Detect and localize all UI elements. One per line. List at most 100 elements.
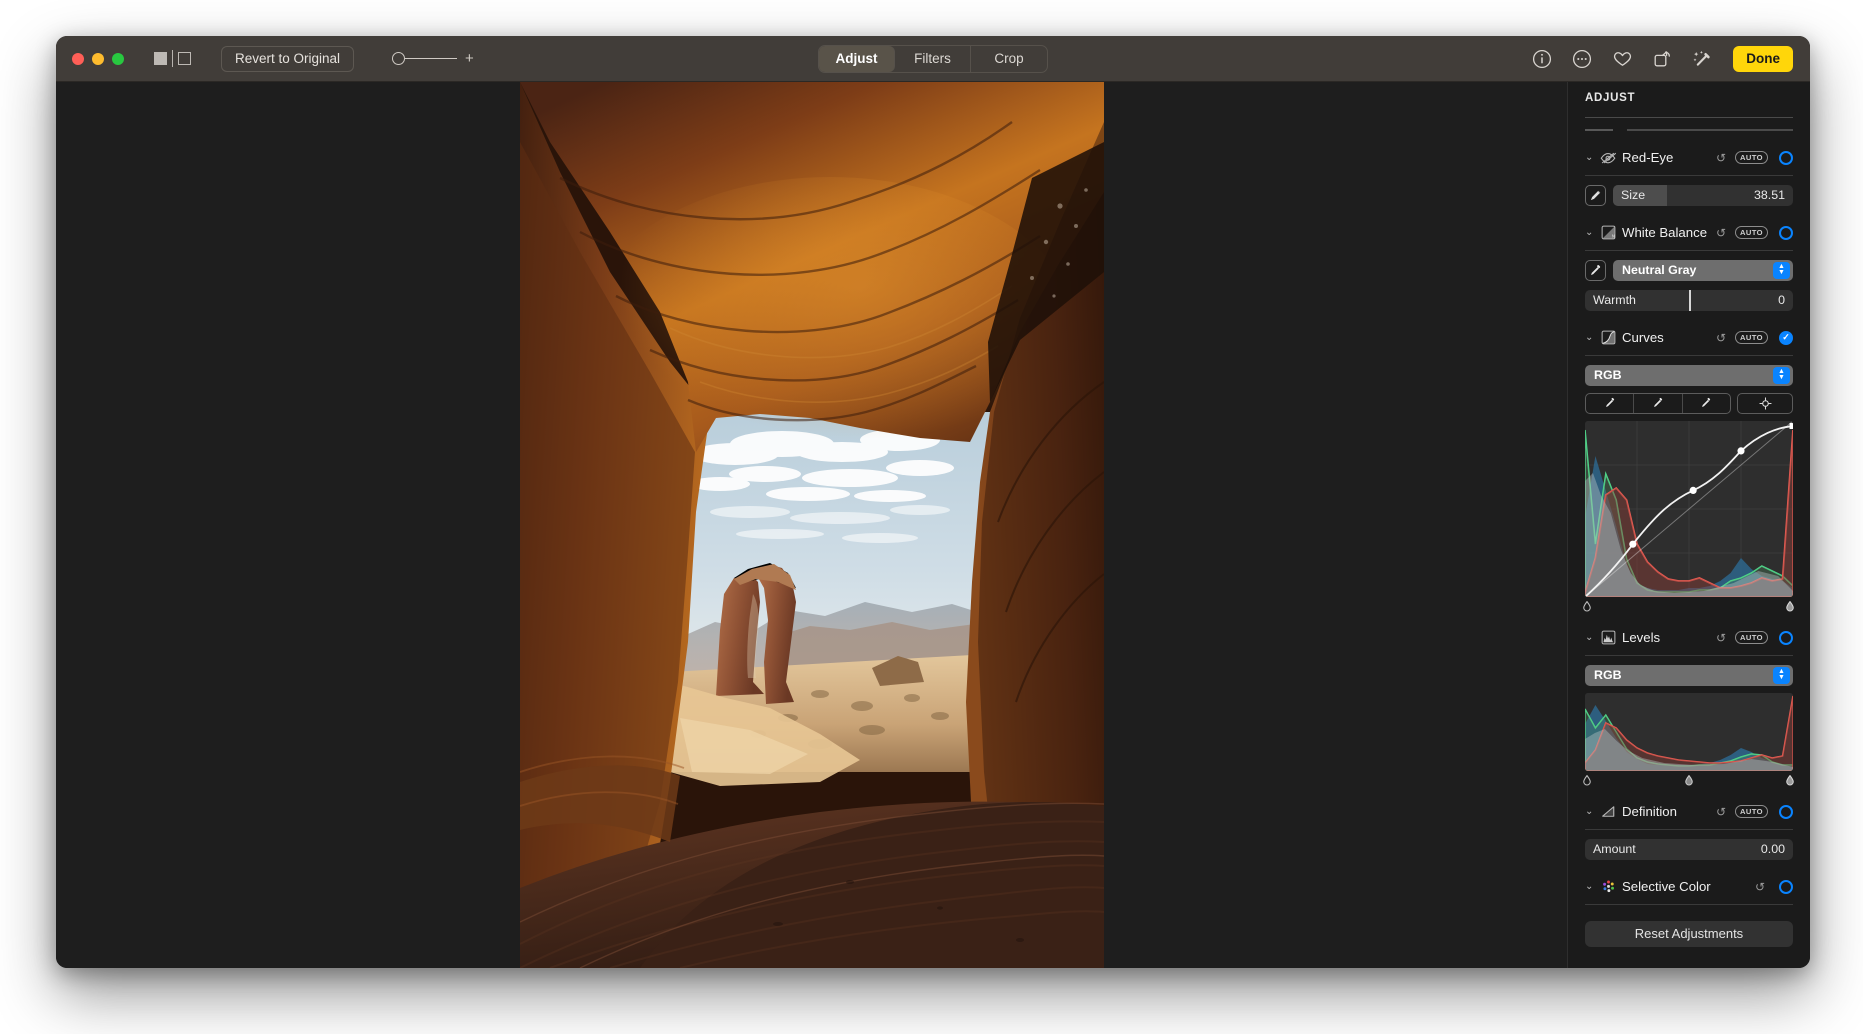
tab-adjust[interactable]: Adjust [819,45,895,72]
photo-canvas[interactable] [56,82,1567,968]
zoom-slider-track[interactable] [405,57,458,60]
black-level-handle[interactable] [1583,773,1592,785]
control-curves-channel: RGB ▲ ▼ [1585,364,1793,386]
section-selective-color: ⌄ Selective Color ↺ [1585,877,1793,905]
zoom-window-button[interactable] [112,52,124,65]
levels-graph[interactable] [1585,692,1793,771]
section-title-levels: Levels [1622,630,1661,645]
curves-graph[interactable] [1585,420,1793,597]
levels-channel-popup[interactable]: RGB ▲ ▼ [1585,664,1793,686]
auto-button-definition[interactable]: AUTO [1735,805,1768,818]
chevron-down-icon[interactable]: ⌄ [1585,881,1594,892]
section-underline [1585,654,1793,656]
revert-arrow-icon[interactable]: ↺ [1716,151,1726,165]
tab-crop[interactable]: Crop [971,46,1047,72]
target-crosshair-icon[interactable] [1737,392,1793,414]
white-balance-icon: N [1600,225,1616,241]
auto-button-red-eye[interactable]: AUTO [1735,151,1768,164]
curves-plot [1585,420,1793,597]
toggle-white-balance[interactable] [1779,225,1793,240]
section-header-selective-color[interactable]: ⌄ Selective Color ↺ [1585,877,1793,897]
zoom-slider[interactable]: + [392,46,474,72]
chevron-down-icon[interactable]: ⌄ [1585,632,1594,643]
white-balance-mode-popup[interactable]: Neutral Gray ▲ ▼ [1613,259,1793,281]
panel-divider [1585,117,1793,118]
compare-original-toggle[interactable] [154,50,191,67]
chevron-down-icon[interactable]: ⌄ [1585,332,1594,343]
section-underline [1585,354,1793,356]
control-levels-channel: RGB ▲ ▼ [1585,664,1793,686]
curves-channel-popup[interactable]: RGB ▲ ▼ [1585,364,1793,386]
slider-warmth-center-tick [1689,289,1691,311]
revert-arrow-icon[interactable]: ↺ [1716,805,1726,819]
info-icon[interactable] [1531,48,1553,70]
slider-size[interactable]: Size 38.51 [1613,184,1793,206]
more-options-icon[interactable] [1571,48,1593,70]
white-level-handle[interactable] [1786,773,1795,785]
brush-icon[interactable] [1585,184,1606,206]
curves-icon [1600,330,1616,346]
mid-level-handle[interactable] [1685,773,1694,785]
section-header-red-eye[interactable]: ⌄ Red-Eye ↺ AUTO [1585,148,1793,168]
minimize-window-button[interactable] [92,52,104,65]
revert-arrow-icon[interactable]: ↺ [1716,226,1726,240]
auto-button-curves[interactable]: AUTO [1735,331,1768,344]
control-white-balance-mode: Neutral Gray ▲ ▼ [1585,259,1793,281]
titlebar-left-group: Revert to Original + [56,45,474,72]
curves-channel-value: RGB [1594,368,1622,382]
section-header-white-balance[interactable]: ⌄ N White Balance ↺ AUTO [1585,223,1793,243]
done-button[interactable]: Done [1733,45,1793,72]
auto-enhance-wand-icon[interactable] [1691,48,1713,70]
revert-arrow-icon[interactable]: ↺ [1716,331,1726,345]
svg-text:N: N [1611,233,1614,238]
auto-button-levels[interactable]: AUTO [1735,631,1768,644]
slider-warmth-label: Warmth [1593,293,1636,307]
zoom-in-label[interactable]: + [465,51,474,66]
toggle-levels[interactable] [1779,630,1793,645]
white-point-handle[interactable] [1786,599,1795,611]
slider-amount[interactable]: Amount 0.00 [1585,838,1793,860]
adjust-sidebar[interactable]: ADJUST ⌄ Red-Eye ↺ AUTO Size 38.51 ⌄ N W… [1567,82,1810,968]
section-header-levels[interactable]: ⌄ Levels ↺ AUTO [1585,628,1793,648]
rotate-icon[interactable] [1651,48,1673,70]
black-point-handle[interactable] [1583,599,1592,611]
compare-filled-square-icon [154,52,167,65]
section-header-definition[interactable]: ⌄ Definition ↺ AUTO [1585,802,1793,822]
revert-arrow-icon[interactable]: ↺ [1716,631,1726,645]
control-white-balance-warmth: Warmth 0 [1585,289,1793,311]
chevron-down-icon[interactable]: ⌄ [1585,152,1594,163]
slider-size-value: 38.51 [1753,188,1785,202]
revert-to-original-button[interactable]: Revert to Original [221,45,355,72]
reset-adjustments-button[interactable]: Reset Adjustments [1585,920,1793,947]
traffic-lights [72,52,124,65]
chevron-updown-icon[interactable]: ▲ ▼ [1773,261,1790,279]
levels-histogram-icon [1600,630,1616,646]
toggle-curves[interactable] [1779,330,1793,345]
revert-arrow-icon[interactable]: ↺ [1755,880,1765,894]
section-header-curves[interactable]: ⌄ Curves ↺ AUTO [1585,328,1793,348]
eyedropper-icon[interactable] [1585,259,1606,281]
auto-button-white-balance[interactable]: AUTO [1735,226,1768,239]
toggle-definition[interactable] [1779,804,1793,819]
section-underline [1585,249,1793,251]
compare-outline-square-icon [178,52,191,65]
chevron-down-icon[interactable]: ⌄ [1585,227,1594,238]
toggle-red-eye[interactable] [1779,150,1793,165]
chevron-updown-icon[interactable]: ▲ ▼ [1773,366,1790,384]
close-window-button[interactable] [72,52,84,65]
zoom-slider-knob[interactable] [392,52,406,65]
definition-icon [1600,804,1616,820]
scrolled-hint-a [1585,129,1613,131]
chevron-down-icon[interactable]: ⌄ [1585,806,1594,817]
section-underline [1585,903,1793,905]
tab-filters[interactable]: Filters [895,45,971,72]
chevron-updown-icon[interactable]: ▲ ▼ [1773,666,1790,684]
white-point-eyedropper-icon[interactable] [1683,394,1730,413]
photo-image[interactable] [519,82,1104,968]
mode-tabs: Adjust Filters Crop [818,44,1048,73]
black-point-eyedropper-icon[interactable] [1586,393,1635,413]
favorite-heart-icon[interactable] [1611,48,1633,70]
toggle-selective-color[interactable] [1779,879,1793,894]
slider-warmth[interactable]: Warmth 0 [1585,289,1793,311]
gray-point-eyedropper-icon[interactable] [1634,393,1683,413]
